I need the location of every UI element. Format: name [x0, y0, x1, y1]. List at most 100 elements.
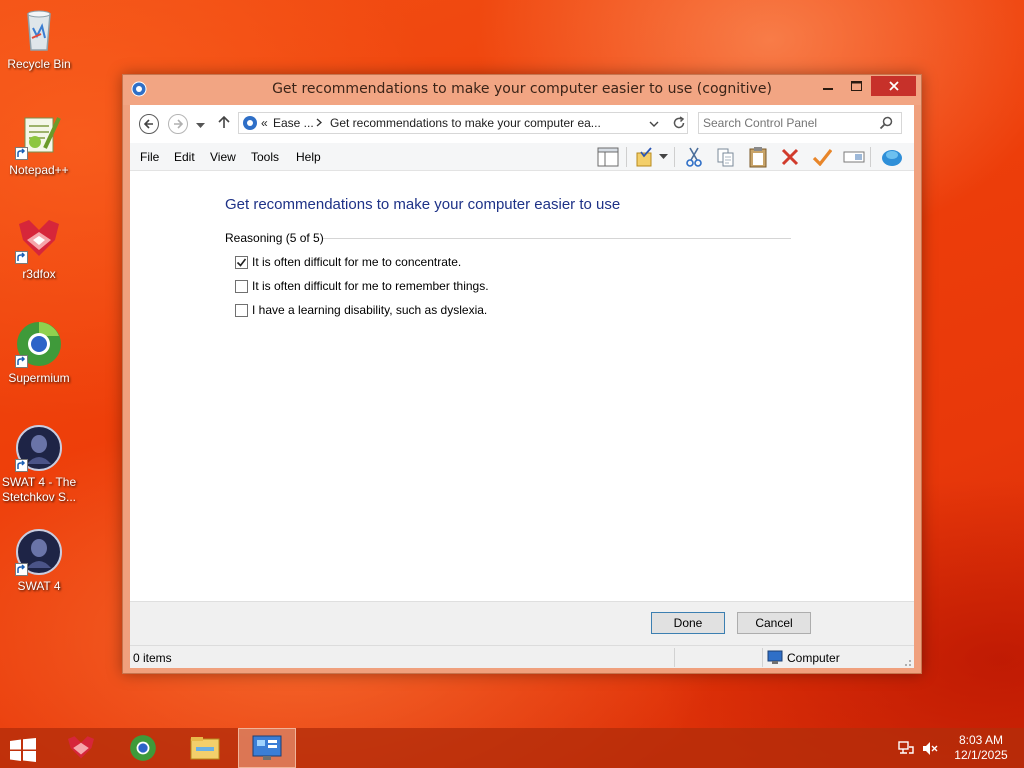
close-button[interactable]: [871, 76, 916, 96]
resize-grip-icon[interactable]: [902, 656, 912, 670]
paste-button[interactable]: [746, 146, 770, 168]
shortcut-arrow-icon: [15, 147, 28, 160]
desktop-icon-r3dfox[interactable]: r3dfox: [1, 216, 77, 282]
minimize-button[interactable]: [815, 76, 841, 96]
checkmark-icon: [236, 258, 247, 267]
control-panel-icon: [242, 115, 258, 131]
taskbar-file-explorer[interactable]: [176, 728, 234, 768]
desktop-icon-label: SWAT 4: [17, 579, 61, 593]
folder-options-dropdown[interactable]: [656, 146, 670, 168]
arrow-right-icon: [174, 119, 184, 129]
properties-check-button[interactable]: [810, 146, 834, 168]
shortcut-arrow-icon: [15, 251, 28, 264]
option-label: I have a learning disability, such as dy…: [252, 303, 488, 317]
menu-help[interactable]: Help: [296, 150, 321, 164]
desktop-icon-recycle-bin[interactable]: Recycle Bin: [1, 6, 77, 72]
checkbox-concentrate[interactable]: [235, 255, 248, 269]
layout-pane-button[interactable]: [596, 146, 620, 168]
copy-icon: [717, 148, 734, 167]
checkmark-icon: [812, 149, 832, 166]
arrow-left-icon: [143, 119, 153, 129]
cancel-button[interactable]: Cancel: [737, 612, 811, 634]
desktop-icon-notepadpp[interactable]: Notepad++: [1, 112, 77, 178]
chevron-down-icon: [649, 121, 659, 127]
computer-icon: [767, 650, 783, 668]
refresh-button[interactable]: [671, 115, 687, 134]
option-remember[interactable]: It is often difficult for me to remember…: [235, 278, 489, 294]
chevron-down-icon: [196, 123, 205, 128]
window-body: « Ease ... Get recommendations to make y…: [130, 105, 914, 668]
notepadpp-icon: [15, 112, 63, 160]
internet-explorer-button[interactable]: [880, 146, 904, 168]
button-bar: Done Cancel: [130, 601, 914, 645]
desktop-icon-supermium[interactable]: Supermium: [1, 320, 77, 386]
maximize-button[interactable]: [843, 76, 869, 96]
section-title: Reasoning (5 of 5): [225, 231, 324, 245]
menu-file[interactable]: File: [140, 150, 159, 164]
breadcrumb-ease-of-access[interactable]: Ease ...: [273, 116, 314, 130]
search-box[interactable]: [698, 112, 902, 134]
menu-edit[interactable]: Edit: [174, 150, 195, 164]
menu-tools[interactable]: Tools: [251, 150, 279, 164]
address-dropdown-button[interactable]: [649, 117, 659, 131]
desktop-icon-swat4[interactable]: SWAT 4: [1, 528, 77, 594]
menu-bar: File Edit View Tools Help: [130, 143, 914, 171]
desktop-icon-label: r3dfox: [22, 267, 56, 281]
arrow-up-icon: [218, 115, 230, 128]
control-panel-icon: [252, 735, 282, 760]
recent-locations-button[interactable]: [196, 118, 205, 132]
status-divider: [762, 648, 763, 667]
rename-button[interactable]: [842, 146, 866, 168]
clock-date: 12/1/2025: [954, 748, 1008, 762]
done-button[interactable]: Done: [651, 612, 725, 634]
desktop-icon-label: Supermium: [8, 371, 70, 385]
swat4-stetchkov-icon: [15, 424, 63, 472]
r3dfox-icon: [68, 736, 94, 759]
search-icon[interactable]: [879, 116, 893, 133]
folder-icon: [190, 737, 220, 760]
window-title: Get recommendations to make your compute…: [272, 81, 772, 97]
status-bar: 0 items Computer: [130, 645, 914, 668]
up-button[interactable]: [218, 115, 230, 132]
desktop-icon-swat4-stetchkov[interactable]: SWAT 4 - The Stetchkov S...: [1, 424, 77, 505]
rename-icon: [843, 151, 865, 163]
shortcut-arrow-icon: [15, 355, 28, 368]
title-bar[interactable]: Get recommendations to make your compute…: [123, 75, 921, 105]
control-panel-window: Get recommendations to make your compute…: [122, 74, 922, 674]
taskbar-r3dfox[interactable]: [52, 728, 110, 768]
network-icon[interactable]: [898, 741, 914, 759]
menu-view[interactable]: View: [210, 150, 236, 164]
copy-button[interactable]: [714, 146, 738, 168]
toolbar-separator: [870, 147, 871, 167]
taskbar-clock[interactable]: 8:03 AM 12/1/2025: [946, 733, 1016, 763]
checkbox-learning-disability[interactable]: [235, 303, 248, 317]
checkbox-remember[interactable]: [235, 279, 248, 293]
supermium-icon: [130, 735, 156, 761]
back-button[interactable]: [139, 114, 159, 134]
breadcrumb-overflow[interactable]: «: [261, 116, 268, 130]
chevron-down-icon: [658, 154, 668, 159]
section-divider: [323, 238, 791, 239]
delete-button[interactable]: [778, 146, 802, 168]
forward-button[interactable]: [168, 114, 188, 134]
cut-button[interactable]: [682, 146, 706, 168]
taskbar-supermium[interactable]: [114, 728, 172, 768]
item-count: 0 items: [133, 651, 172, 665]
option-learning-disability[interactable]: I have a learning disability, such as dy…: [235, 302, 487, 318]
toolbar-separator: [674, 147, 675, 167]
breadcrumb-current-page[interactable]: Get recommendations to make your compute…: [330, 116, 601, 130]
start-button[interactable]: [10, 738, 36, 765]
option-concentrate[interactable]: It is often difficult for me to concentr…: [235, 254, 461, 270]
volume-muted-icon[interactable]: [922, 741, 938, 759]
swat4-icon: [15, 528, 63, 576]
status-divider: [674, 648, 675, 667]
toolbar-separator: [626, 147, 627, 167]
search-input[interactable]: [703, 115, 873, 131]
folder-options-button[interactable]: [632, 146, 656, 168]
address-bar[interactable]: « Ease ... Get recommendations to make y…: [238, 112, 688, 134]
taskbar-control-panel[interactable]: [238, 728, 296, 768]
scissors-icon: [686, 147, 702, 167]
shortcut-arrow-icon: [15, 563, 28, 576]
desktop-icon-label: Notepad++: [9, 163, 69, 177]
windows-logo-icon: [10, 738, 36, 762]
